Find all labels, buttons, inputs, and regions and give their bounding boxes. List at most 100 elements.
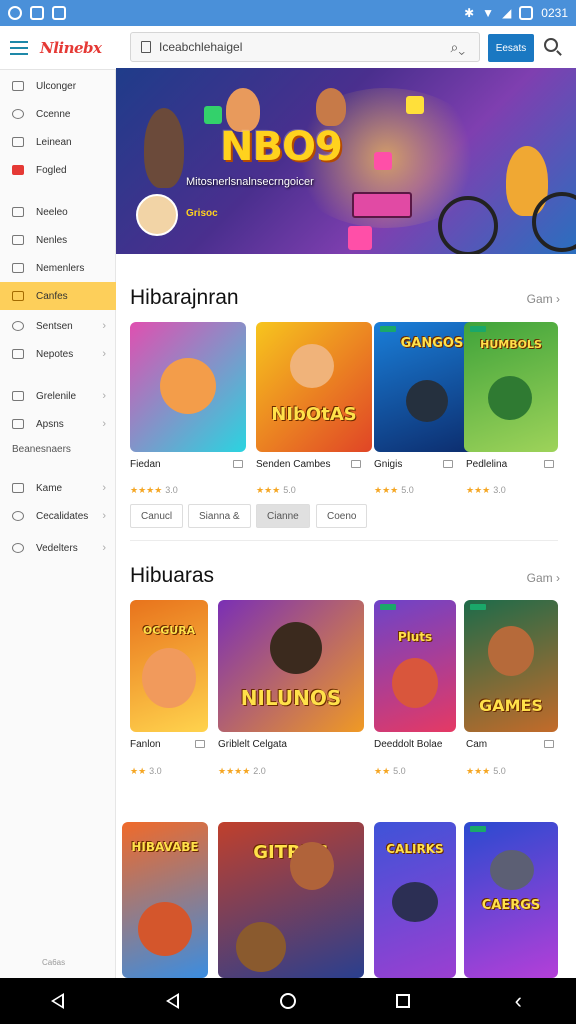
chevron-right-icon: › [102, 390, 106, 402]
see-more-link[interactable]: Gam › [527, 571, 560, 585]
game-title[interactable]: Griblelt Celgata [218, 739, 287, 750]
sidebar-item-vedelters[interactable]: Vedelters › [0, 534, 116, 562]
game-art-title: NIbOtAS [271, 404, 357, 425]
game-card[interactable]: HUMBOLS [464, 322, 558, 452]
game-thumbnail: GITRDS [218, 822, 364, 978]
status-bar: ✱ ▼ ◢ 0231 [0, 0, 576, 26]
game-card[interactable]: OCGURA [130, 600, 208, 732]
circle-icon [12, 543, 24, 553]
game-title[interactable]: Gnigis [374, 459, 402, 470]
robot-ship [490, 850, 534, 890]
rating: ★★★ 5.0 [374, 485, 414, 495]
chevron-left-icon[interactable]: ‹ [507, 990, 529, 1012]
hero-banner[interactable]: NBO9 Mitosnerlsnalnsecrngoicer Grisoc [116, 68, 576, 254]
game-art-title: Pluts [397, 630, 433, 644]
search-box[interactable]: ⌕⌄ [130, 32, 480, 62]
game-title[interactable]: Cam [466, 739, 487, 750]
chevron-right-icon: › [102, 542, 106, 554]
sidebar-item-nemenlers[interactable]: Nemenlers [0, 254, 116, 282]
recents-icon[interactable] [392, 990, 414, 1012]
game-card[interactable] [130, 322, 246, 452]
home-icon[interactable] [277, 990, 299, 1012]
sidebar-item-ulconger[interactable]: Ulconger [0, 72, 116, 100]
system-nav-bar: ‹ [0, 978, 576, 1024]
sidebar-item-grelenile[interactable]: Grelenile › [0, 382, 116, 410]
app-logo[interactable]: Nlinebx [40, 39, 102, 57]
back-icon[interactable] [47, 990, 69, 1012]
grid-icon [12, 349, 24, 359]
magician-character [270, 622, 322, 674]
character [138, 902, 192, 956]
game-title[interactable]: Pedlelina [466, 459, 507, 470]
back-icon[interactable] [162, 990, 184, 1012]
game-title[interactable]: Deeddolt Bolae [374, 739, 442, 750]
download-icon[interactable] [351, 460, 361, 468]
game-title[interactable]: Fanlon [130, 739, 161, 750]
status-time: 0231 [541, 6, 568, 20]
filter-chip[interactable]: Canucl [130, 504, 184, 528]
grid-icon [12, 483, 24, 493]
sidebar-item-cecalidates[interactable]: Cecalidates › [0, 502, 116, 530]
download-icon[interactable] [195, 740, 205, 748]
download-icon[interactable] [233, 460, 243, 468]
game-card[interactable]: NIbOtAS [256, 322, 372, 452]
jester-character [290, 344, 334, 388]
avatar[interactable] [136, 194, 178, 236]
rating: ★★★★ 3.0 [130, 485, 178, 495]
search-icon[interactable] [544, 38, 558, 52]
game-thumbnail: HIBAVABE [122, 822, 208, 978]
hero-title: NBO9 [220, 124, 343, 170]
sidebar-item-leinean[interactable]: Leinean [0, 128, 116, 156]
sidebar-item-neeleo[interactable]: Neeleo [0, 198, 116, 226]
see-more-link[interactable]: Gam › [527, 292, 560, 306]
search-button[interactable]: Eesats [488, 34, 534, 62]
badge [470, 604, 486, 610]
hero-avatar-label: Grisoc [186, 208, 218, 219]
game-title[interactable]: Fiedan [130, 459, 161, 470]
sidebar-item-canfes[interactable]: Canfes [0, 282, 116, 310]
game-art-title: HIBAVABE [131, 840, 199, 854]
filter-chip[interactable]: Sianna & [188, 504, 251, 528]
sidebar-item-nenles[interactable]: Nenles [0, 226, 116, 254]
filter-chip[interactable]: Coeno [316, 504, 368, 528]
download-icon[interactable] [544, 460, 554, 468]
rating: ★★ 3.0 [130, 766, 162, 776]
app-icon [30, 6, 44, 20]
game-card[interactable]: GITRDS [218, 822, 364, 978]
search-input[interactable] [159, 40, 439, 54]
game-art-title: CAERGS [481, 898, 541, 913]
badge [470, 326, 486, 332]
sidebar-item-kame[interactable]: Kame › [0, 474, 116, 502]
game-card[interactable]: Pluts [374, 600, 456, 732]
filter-chip-active[interactable]: Cianne [256, 504, 310, 528]
sidebar-item-nepotes[interactable]: Nepotes › [0, 340, 116, 368]
hero-character [392, 658, 438, 708]
game-thumbnail: CALIRKS [374, 822, 456, 978]
sidebar-item-label: Nemenlers [36, 262, 85, 274]
sidebar-item-sentsen[interactable]: Sentsen › [0, 312, 116, 340]
menu-icon[interactable] [10, 40, 28, 55]
game-card[interactable]: HIBAVABE [122, 822, 208, 978]
game-card[interactable]: CAERGS [464, 822, 558, 978]
sidebar-item-fogled[interactable]: Fogled [0, 156, 116, 184]
sidebar-item-apsns[interactable]: Apsns › [0, 410, 116, 438]
game-title[interactable]: Senden Cambes [256, 459, 331, 470]
ninja-character [406, 380, 448, 422]
sidebar-item-label: Neeleo [36, 206, 68, 218]
game-card[interactable]: GAMES [464, 600, 558, 732]
download-icon[interactable] [443, 460, 453, 468]
jungle-scene [488, 376, 532, 420]
sidebar-item-label: Nepotes [36, 348, 74, 360]
game-card[interactable]: NILUNOS [218, 600, 364, 732]
game-card[interactable]: CALIRKS [374, 822, 456, 978]
grid-icon [12, 81, 24, 91]
sidebar-item-ccenne[interactable]: Ccenne [0, 100, 116, 128]
search-icon[interactable]: ⌕⌄ [451, 39, 465, 56]
download-icon[interactable] [544, 740, 554, 748]
game-console [352, 192, 412, 218]
sidebar-item-label: Grelenile [36, 390, 77, 402]
sidebar-item-label: Fogled [36, 164, 67, 176]
section-title: Hibarajnran [130, 286, 239, 309]
game-thumbnail [130, 322, 246, 452]
section-title: Hibuaras [130, 564, 215, 587]
